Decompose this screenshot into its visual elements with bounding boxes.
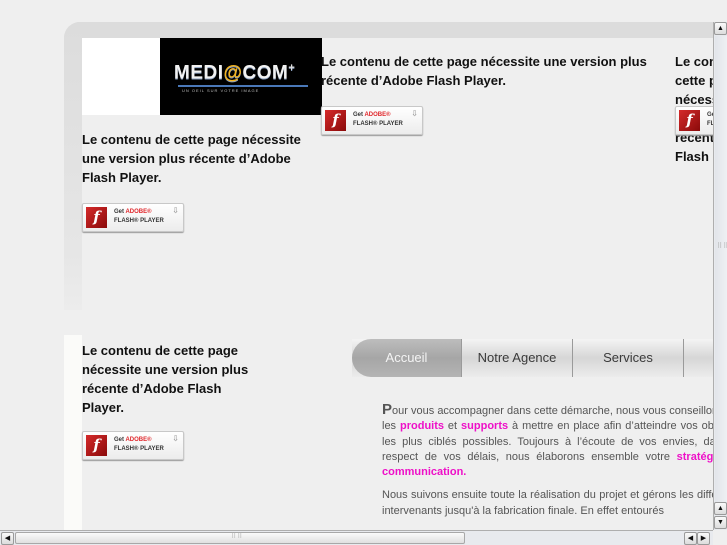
get-flash-player-button[interactable]: f Get ADOBE® FLASH® PLAYER ⇩ — [82, 203, 184, 232]
logo-underline — [178, 85, 308, 87]
flash-button-line1: Get ADOBE® — [114, 437, 152, 443]
flash-button-line2: FLASH® PLAYER — [353, 121, 403, 127]
download-arrow-icon: ⇩ — [172, 206, 179, 215]
scroll-up-icon[interactable]: ▲ — [714, 22, 727, 35]
flash-button-line2: FLASH® PLAYER — [114, 218, 164, 224]
logo-spacer — [82, 38, 160, 115]
link-supports[interactable]: supports — [461, 420, 508, 432]
get-flash-player-button[interactable]: f Get ADOBE® FLASH® PLAYER ⇩ — [321, 106, 423, 135]
grip-icon: ⠿⠿ — [717, 243, 727, 250]
scroll-down-icon[interactable]: ▼ — [714, 516, 727, 529]
scroll-right-icon[interactable]: ▶ — [697, 532, 710, 545]
horizontal-scrollbar[interactable]: ◀ ⠿⠿ ◀ ▶ — [0, 530, 713, 545]
tab-notre-agence[interactable]: Notre Agence — [462, 339, 573, 377]
get-flash-player-button[interactable]: f Get ADOBE® FLASH® PLAYER ⇩ — [675, 106, 713, 135]
frame-border-top — [64, 22, 713, 38]
tab-next[interactable] — [684, 339, 713, 377]
mediacom-logo[interactable]: MEDI@COM+ UN OEIL SUR VOTRE IMAGE — [160, 38, 322, 115]
scroll-left-icon[interactable]: ◀ — [1, 532, 14, 545]
vertical-scrollbar[interactable]: ▲ ⠿⠿ ▲ ▼ — [713, 22, 727, 530]
tab-services[interactable]: Services — [573, 339, 684, 377]
frame-border-left-lower — [64, 335, 82, 530]
dropcap: P — [382, 401, 393, 418]
main-content: Pour vous accompagner dans cette démarch… — [382, 402, 713, 527]
flash-logo-icon: f — [679, 110, 700, 131]
flash-notice-message: Le contenu de cette page nécessite une v… — [321, 54, 647, 88]
flash-notice-message: Le contenu de cette page nécessite une v… — [82, 343, 249, 415]
logo-plus: + — [288, 62, 296, 74]
flash-notice-message: Le contenu de cette page nécessite une v… — [82, 132, 301, 185]
scroll-up-icon-lower[interactable]: ▲ — [714, 502, 727, 515]
frame-border-left — [64, 22, 82, 310]
main-nav: Accueil Notre Agence Services — [352, 339, 713, 377]
second-paragraph: Nous suivons ensuite toute la réalisatio… — [382, 489, 713, 517]
scroll-left-icon-right[interactable]: ◀ — [684, 532, 697, 545]
logo-text-com: COM — [242, 62, 289, 84]
horizontal-scroll-thumb[interactable]: ⠿⠿ — [15, 532, 465, 544]
logo-wordmark: MEDI@COM+ — [174, 62, 295, 84]
page-viewport: MEDI@COM+ UN OEIL SUR VOTRE IMAGE Le con… — [0, 0, 713, 530]
download-arrow-icon: ⇩ — [411, 109, 418, 118]
logo-text-medi: MEDI — [174, 62, 224, 84]
flash-logo-icon: f — [325, 110, 346, 131]
logo-at-icon: @ — [223, 62, 243, 84]
download-arrow-icon: ⇩ — [172, 434, 179, 443]
vertical-scroll-thumb[interactable]: ⠿⠿ — [715, 36, 727, 506]
flash-button-line1: Get ADOBE® — [353, 112, 391, 118]
grip-icon: ⠿⠿ — [231, 533, 244, 540]
flash-logo-icon: f — [86, 435, 107, 456]
flash-button-line2: FLASH® PLAYER — [114, 446, 164, 452]
scrollbar-corner — [713, 530, 727, 545]
flash-button-line1: Get ADOBE® — [114, 209, 152, 215]
flash-logo-icon: f — [86, 207, 107, 228]
intro-paragraph: Pour vous accompagner dans cette démarch… — [382, 402, 713, 480]
tab-accueil[interactable]: Accueil — [352, 339, 462, 377]
logo-tagline: UN OEIL SUR VOTRE IMAGE — [182, 88, 260, 93]
get-flash-player-button[interactable]: f Get ADOBE® FLASH® PLAYER ⇩ — [82, 431, 184, 460]
link-produits[interactable]: produits — [400, 420, 444, 432]
